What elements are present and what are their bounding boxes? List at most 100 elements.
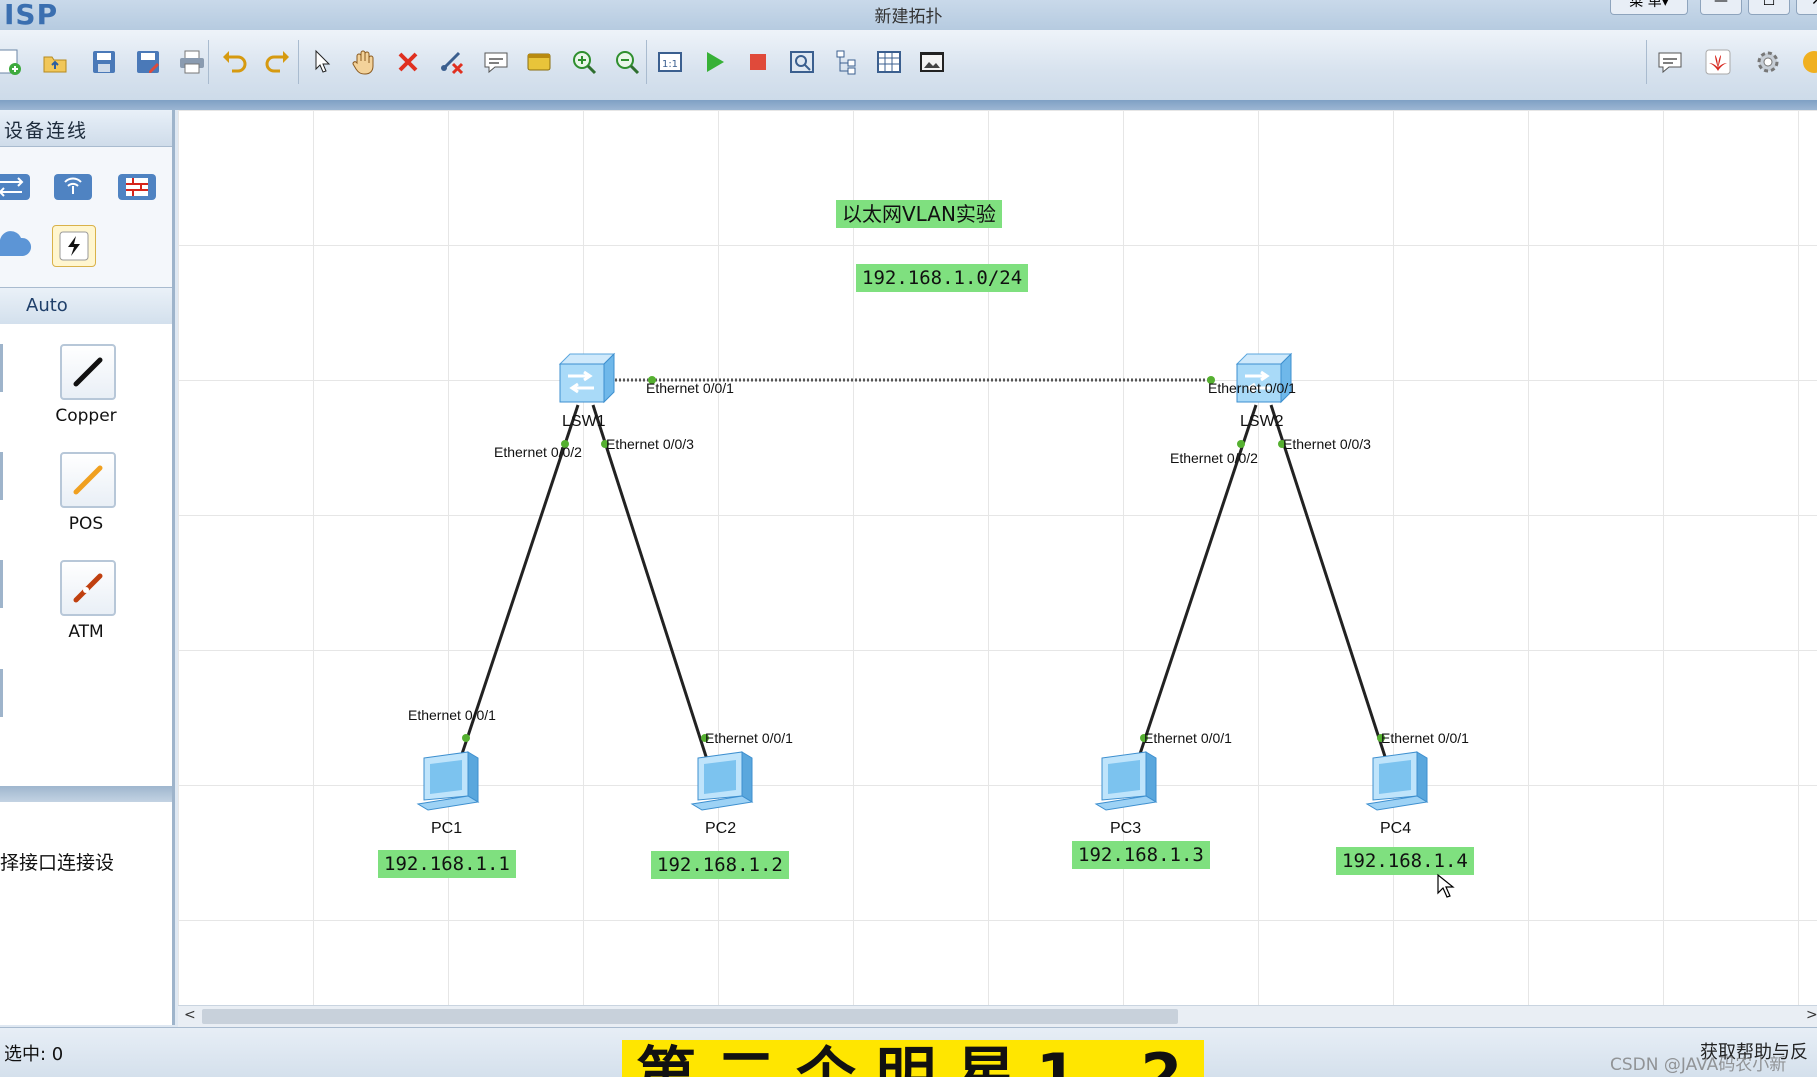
toolbar-separator: [646, 40, 647, 84]
zoom-in-icon[interactable]: [566, 44, 602, 80]
undo-icon[interactable]: [216, 44, 252, 80]
toolbar-divider: [0, 100, 1817, 110]
toolbar-separator: [298, 40, 299, 84]
port-label: Ethernet 0/0/2: [494, 444, 582, 460]
add-text-icon[interactable]: [478, 44, 514, 80]
topology-tree-icon[interactable]: [828, 44, 864, 80]
pc-pc4[interactable]: [1361, 750, 1433, 824]
save-icon[interactable]: [86, 44, 122, 80]
svg-text:1:1: 1:1: [662, 59, 678, 70]
switch-icon: [1235, 352, 1293, 404]
cable-item-nub[interactable]: [0, 452, 3, 500]
horizontal-scrollbar[interactable]: < >: [178, 1005, 1817, 1028]
topology-canvas[interactable]: 以太网VLAN实验 192.168.1.0/24 LSW1 LSW2 Ether…: [178, 110, 1817, 1005]
save-as-icon[interactable]: [130, 44, 166, 80]
port-label: Ethernet 0/0/1: [646, 380, 734, 396]
new-topology-icon[interactable]: [0, 44, 28, 80]
scroll-left-icon[interactable]: <: [184, 1007, 196, 1023]
caption-text: 第二个明星1.2: [636, 1041, 1203, 1077]
auto-cable-item[interactable]: [0, 344, 3, 392]
cable-item-nub[interactable]: [0, 560, 3, 608]
cable-item-nub[interactable]: [0, 669, 3, 717]
huawei-logo-icon[interactable]: [1700, 44, 1736, 80]
palette-icon[interactable]: [521, 44, 557, 80]
wireless-category-icon[interactable]: [52, 167, 94, 207]
switch-label: LSW2: [1240, 413, 1284, 430]
pc-ip-label[interactable]: 192.168.1.2: [651, 851, 789, 879]
description-text: 择接口连接设: [0, 852, 115, 874]
pc-pc1[interactable]: [412, 750, 484, 824]
screenshot-icon[interactable]: [914, 44, 950, 80]
pos-cable-label: POS: [68, 514, 104, 534]
pan-hand-icon[interactable]: [346, 44, 382, 80]
toolbar-separator: [208, 40, 209, 84]
port-label: Ethernet 0/0/2: [1170, 450, 1258, 466]
select-pointer-icon[interactable]: [304, 44, 340, 80]
topology-title[interactable]: 以太网VLAN实验: [836, 200, 1002, 228]
switch-category-icon[interactable]: [0, 167, 32, 207]
port-dot: [462, 734, 470, 742]
zoom-out-icon[interactable]: [609, 44, 645, 80]
scrollbar-thumb[interactable]: [202, 1009, 1178, 1024]
pc-icon: [416, 751, 480, 811]
device-panel: 设备连线 Auto Copper POS ATM 择接口连接设: [0, 110, 175, 1025]
link-lsw1-pc2[interactable]: [591, 404, 713, 773]
pc-pc2[interactable]: [686, 750, 758, 824]
panel-splitter[interactable]: [0, 786, 172, 802]
atm-cable-label: ATM: [68, 622, 104, 642]
pc-icon: [1094, 751, 1158, 811]
pc-ip-label[interactable]: 192.168.1.1: [378, 850, 516, 878]
help-icon[interactable]: [1796, 44, 1817, 80]
device-category-grid: [0, 147, 172, 287]
auto-connection-bar[interactable]: Auto: [0, 287, 172, 325]
fit-icon[interactable]: 1:1: [652, 44, 688, 80]
port-label: Ethernet 0/0/1: [1208, 380, 1296, 396]
pc-icon: [690, 751, 754, 811]
cloud-category-icon[interactable]: [0, 225, 32, 265]
pc-ip-label[interactable]: 192.168.1.3: [1072, 841, 1210, 869]
settings-icon[interactable]: [1750, 44, 1786, 80]
start-device-icon[interactable]: [696, 44, 732, 80]
port-dot: [1237, 440, 1245, 448]
mouse-cursor-icon: [1437, 873, 1455, 898]
pc-icon: [1365, 751, 1429, 811]
description-panel: 择接口连接设: [0, 802, 172, 1025]
print-icon[interactable]: [174, 44, 210, 80]
minimize-button[interactable]: —: [1700, 0, 1742, 15]
port-label: Ethernet 0/0/3: [606, 436, 694, 452]
switch-label: LSW1: [562, 413, 606, 430]
auto-label: Auto: [26, 295, 68, 316]
device-panel-header: 设备连线: [0, 110, 172, 147]
firewall-category-icon[interactable]: [116, 167, 158, 207]
pc-pc3[interactable]: [1090, 750, 1162, 824]
network-label[interactable]: 192.168.1.0/24: [856, 264, 1029, 292]
maximize-button[interactable]: ☐: [1748, 0, 1790, 15]
port-label: Ethernet 0/0/1: [1144, 730, 1232, 746]
scroll-right-icon[interactable]: >: [1806, 1007, 1817, 1023]
selection-count: 选中: 0: [4, 1044, 64, 1065]
switch-lsw1[interactable]: [554, 350, 618, 412]
delete-icon[interactable]: [390, 44, 426, 80]
pc-label: PC2: [705, 820, 737, 837]
chat-icon[interactable]: [1652, 44, 1688, 80]
grid-icon[interactable]: [871, 44, 907, 80]
atm-cable-icon[interactable]: [60, 560, 116, 616]
cable-list: Copper POS ATM: [0, 324, 172, 786]
stop-device-icon[interactable]: [740, 44, 776, 80]
copper-cable-icon[interactable]: [60, 344, 116, 400]
copper-cable-label: Copper: [55, 406, 117, 426]
capture-icon[interactable]: [784, 44, 820, 80]
port-label: Ethernet 0/0/3: [1283, 436, 1371, 452]
pos-cable-icon[interactable]: [60, 452, 116, 508]
link-lsw2-pc4[interactable]: [1269, 404, 1392, 773]
menu-button[interactable]: 菜 单▾: [1610, 0, 1688, 15]
close-button[interactable]: ✕: [1796, 0, 1817, 15]
connection-category-icon[interactable]: [52, 225, 96, 267]
title-bar: ISP 新建拓扑 菜 单▾ — ☐ ✕: [0, 0, 1817, 31]
delete-connection-icon[interactable]: [434, 44, 470, 80]
toolbar: 1:1: [0, 30, 1817, 101]
pc-ip-label[interactable]: 192.168.1.4: [1336, 847, 1474, 875]
redo-icon[interactable]: [260, 44, 296, 80]
open-icon[interactable]: [37, 44, 73, 80]
device-panel-title: 设备连线: [4, 120, 89, 142]
